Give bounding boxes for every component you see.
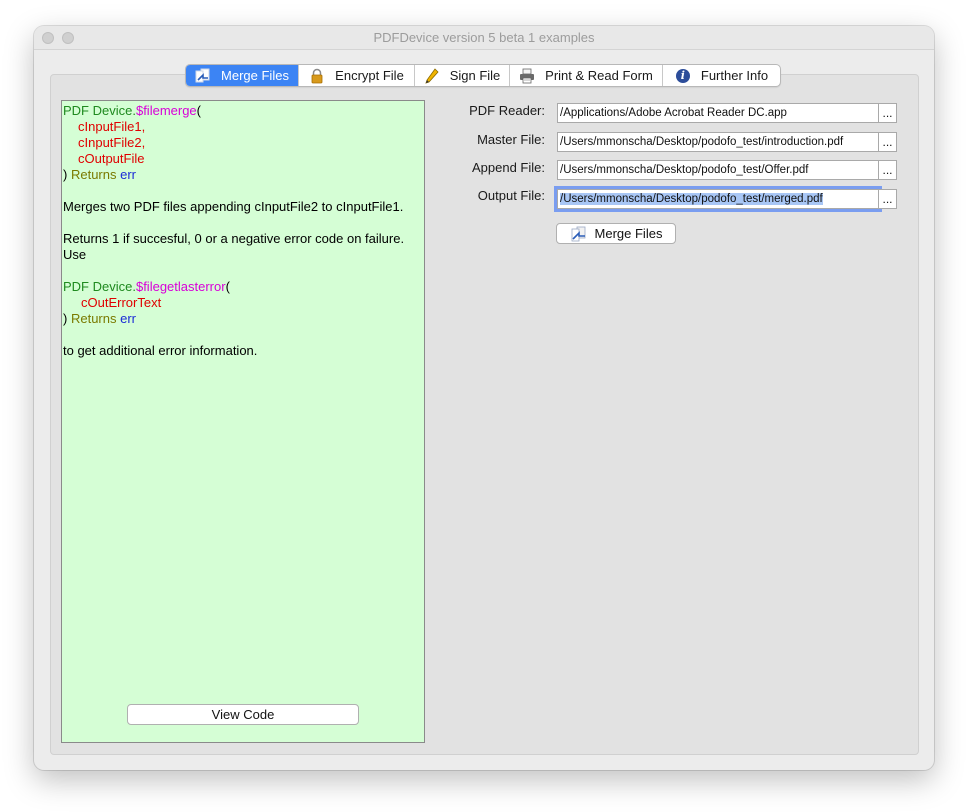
window-title: PDFDevice version 5 beta 1 examples bbox=[373, 30, 595, 45]
code-documentation-pane[interactable]: PDF Device.$filemerge( cInputFile1, cInp… bbox=[61, 100, 425, 743]
output-file-browse-button[interactable]: ... bbox=[878, 189, 897, 209]
returns-keyword: Returns bbox=[70, 167, 117, 182]
field-value: /Users/mmonscha/Desktop/podofo_test/merg… bbox=[560, 193, 823, 205]
field-value: /Applications/Adobe Acrobat Reader DC.ap… bbox=[560, 107, 787, 119]
lock-icon bbox=[309, 68, 325, 84]
merge-files-button[interactable]: Merge Files bbox=[556, 223, 676, 244]
paren: ) bbox=[63, 167, 68, 182]
pdf-reader-field[interactable]: /Applications/Adobe Acrobat Reader DC.ap… bbox=[557, 103, 879, 123]
view-code-button[interactable]: View Code bbox=[127, 704, 359, 725]
printer-icon bbox=[519, 68, 535, 84]
return-var: err bbox=[120, 167, 137, 182]
function-name: $filegetlasterror bbox=[135, 279, 226, 294]
title-bar: PDFDevice version 5 beta 1 examples bbox=[34, 26, 934, 50]
tab-label: Print & Read Form bbox=[545, 68, 653, 83]
paren: ( bbox=[225, 279, 230, 294]
object-name: PDF Device. bbox=[63, 279, 136, 294]
description-text: Returns 1 if succesful, 0 or a negative … bbox=[63, 231, 405, 246]
param: cOutErrorText bbox=[81, 295, 162, 310]
tab-bar: Merge Files Encrypt File Sign File Print… bbox=[185, 64, 781, 87]
master-file-field[interactable]: /Users/mmonscha/Desktop/podofo_test/intr… bbox=[557, 132, 879, 152]
tab-sign-file[interactable]: Sign File bbox=[415, 65, 510, 86]
code-line: PDF Device.$filegetlasterror( bbox=[63, 279, 230, 295]
merge-icon bbox=[195, 68, 211, 84]
param: cInputFile1, bbox=[78, 119, 146, 134]
tab-label: Sign File bbox=[449, 68, 501, 83]
return-var: err bbox=[120, 311, 137, 326]
description-text: Merges two PDF files appending cInputFil… bbox=[63, 199, 404, 214]
code-line: ) Returns err bbox=[63, 167, 136, 183]
field-value: /Users/mmonscha/Desktop/podofo_test/Offe… bbox=[560, 164, 809, 176]
tab-label: Further Info bbox=[700, 68, 769, 83]
append-file-browse-button[interactable]: ... bbox=[878, 160, 897, 180]
tab-print-read-form[interactable]: Print & Read Form bbox=[510, 65, 663, 86]
output-file-field[interactable]: /Users/mmonscha/Desktop/podofo_test/merg… bbox=[554, 186, 882, 212]
tab-encrypt-file[interactable]: Encrypt File bbox=[299, 65, 415, 86]
param: cInputFile2, bbox=[78, 135, 146, 150]
tab-further-info[interactable]: i Further Info bbox=[663, 65, 780, 86]
tab-label: Encrypt File bbox=[335, 68, 404, 83]
pdf-reader-browse-button[interactable]: ... bbox=[878, 103, 897, 123]
object-name: PDF Device. bbox=[63, 103, 136, 118]
output-file-label: Output File: bbox=[477, 188, 545, 203]
master-file-label: Master File: bbox=[477, 132, 545, 147]
paren: ( bbox=[196, 103, 202, 118]
param: cOutputFile bbox=[78, 151, 145, 166]
code-line: ) Returns err bbox=[63, 311, 136, 327]
tab-merge-files[interactable]: Merge Files bbox=[186, 65, 299, 86]
pen-icon bbox=[424, 67, 440, 84]
append-file-field[interactable]: /Users/mmonscha/Desktop/podofo_test/Offe… bbox=[557, 160, 879, 180]
pdf-reader-label: PDF Reader: bbox=[469, 103, 545, 118]
description-text: Use bbox=[63, 247, 87, 262]
code-line: PDF Device.$filemerge( bbox=[63, 103, 201, 119]
description-text: to get additional error information. bbox=[63, 343, 258, 358]
info-icon: i bbox=[675, 68, 691, 84]
merge-button-label: Merge Files bbox=[594, 226, 663, 241]
append-file-label: Append File: bbox=[472, 160, 545, 175]
field-value: /Users/mmonscha/Desktop/podofo_test/intr… bbox=[560, 136, 844, 148]
returns-keyword: Returns bbox=[70, 311, 117, 326]
paren: ) bbox=[63, 311, 68, 326]
merge-icon bbox=[570, 226, 588, 242]
app-window: PDFDevice version 5 beta 1 examples Merg… bbox=[34, 26, 934, 770]
function-name: $filemerge bbox=[135, 103, 197, 118]
master-file-browse-button[interactable]: ... bbox=[878, 132, 897, 152]
tab-label: Merge Files bbox=[221, 68, 289, 83]
